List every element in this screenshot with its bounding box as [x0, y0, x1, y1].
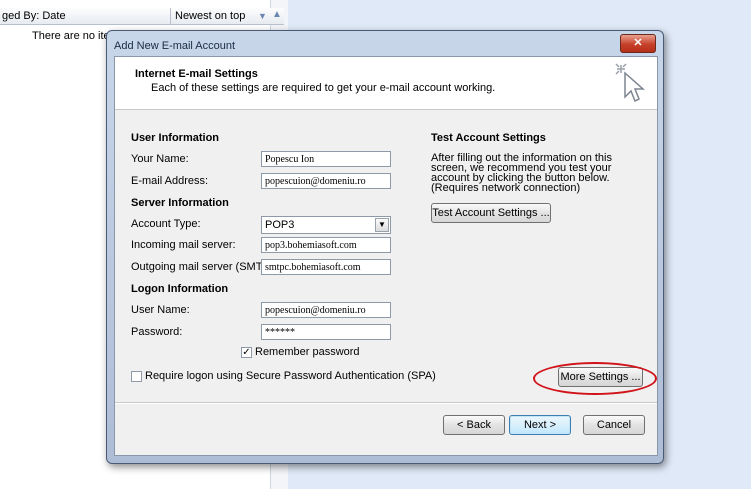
footer-divider [115, 402, 657, 404]
highlight-circle [533, 362, 657, 395]
password-input[interactable]: ****** [261, 324, 391, 340]
your-name-input[interactable]: Popescu Ion [261, 151, 391, 167]
dialog-title: Add New E-mail Account [114, 40, 236, 52]
dialog-body: Internet E-mail Settings Each of these s… [114, 56, 658, 456]
back-button[interactable]: < Back [443, 415, 505, 435]
sort-order-label[interactable]: Newest on top [175, 10, 245, 22]
server-info-heading: Server Information [131, 197, 229, 209]
arrange-by-bar[interactable]: ged By: Date Newest on top ▼ ▲ [0, 8, 284, 25]
outgoing-server-label: Outgoing mail server (SMTP): [131, 261, 277, 273]
account-type-value: POP3 [265, 219, 295, 231]
chevron-down-icon[interactable]: ▼ [375, 218, 389, 232]
test-account-settings-button[interactable]: Test Account Settings ... [431, 203, 551, 223]
cursor-click-icon [615, 63, 645, 103]
email-address-input[interactable]: popescuion@domeniu.ro [261, 173, 391, 189]
test-settings-description: After filling out the information on thi… [431, 152, 612, 194]
password-label: Password: [131, 326, 183, 338]
scroll-up-icon[interactable]: ▲ [272, 9, 282, 20]
arrange-by-label[interactable]: ged By: Date [2, 10, 66, 22]
user-name-label: User Name: [131, 304, 190, 316]
incoming-server-label: Incoming mail server: [131, 239, 236, 251]
dialog-header: Internet E-mail Settings Each of these s… [115, 57, 657, 110]
arrange-separator [170, 8, 171, 24]
cancel-button[interactable]: Cancel [583, 415, 645, 435]
test-settings-heading: Test Account Settings [431, 132, 546, 144]
header-subtitle: Each of these settings are required to g… [151, 82, 496, 94]
sort-chevron-icon[interactable]: ▼ [258, 11, 267, 21]
email-address-label: E-mail Address: [131, 175, 209, 187]
remember-password-label: Remember password [255, 346, 360, 358]
user-info-heading: User Information [131, 132, 220, 144]
account-type-select[interactable]: POP3 ▼ [261, 216, 391, 234]
header-title: Internet E-mail Settings [135, 68, 258, 80]
remember-password-checkbox[interactable]: ✓ [241, 347, 252, 358]
spa-label: Require logon using Secure Password Auth… [145, 370, 436, 382]
incoming-server-input[interactable]: pop3.bohemiasoft.com [261, 237, 391, 253]
spa-checkbox[interactable] [131, 371, 142, 382]
empty-list-message: There are no iten [32, 30, 116, 42]
logon-info-heading: Logon Information [131, 283, 229, 295]
outgoing-server-input[interactable]: smtpc.bohemiasoft.com [261, 259, 391, 275]
your-name-label: Your Name: [131, 153, 189, 165]
next-button[interactable]: Next > [509, 415, 571, 435]
account-type-label: Account Type: [131, 218, 201, 230]
user-name-input[interactable]: popescuion@domeniu.ro [261, 302, 391, 318]
close-button[interactable]: ✕ [620, 34, 656, 53]
